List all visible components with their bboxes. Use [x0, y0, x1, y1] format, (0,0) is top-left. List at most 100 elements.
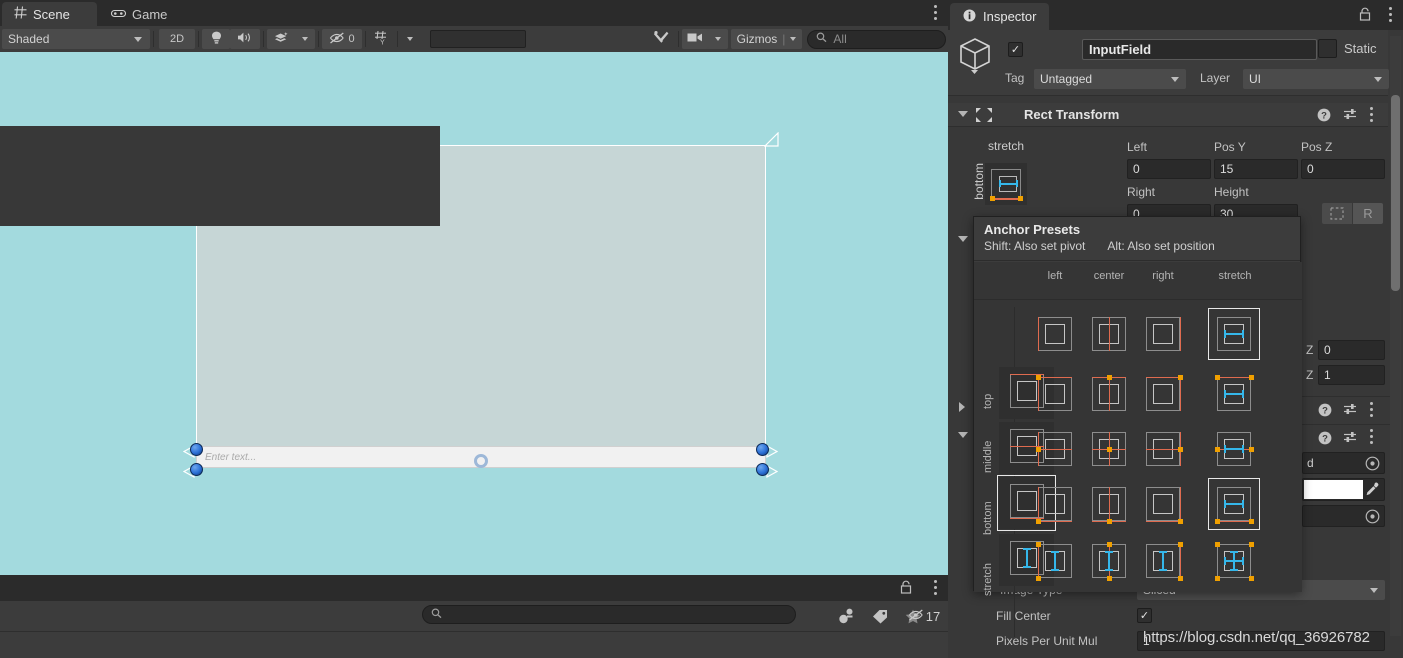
rect-transform-foldout-icon[interactable] — [958, 111, 968, 117]
z-field-2[interactable]: 1 — [1318, 365, 1385, 385]
object-field-1-text: d — [1307, 456, 1314, 470]
object-field-1[interactable]: d — [1302, 452, 1385, 474]
tag-filter-icon[interactable] — [863, 601, 896, 631]
preset-middle-right[interactable] — [1139, 425, 1187, 473]
gizmos-search-input[interactable]: All — [807, 29, 947, 49]
component-foldout-icon-3[interactable] — [958, 432, 968, 438]
gizmos-button[interactable]: Gizmos | — [730, 29, 803, 49]
component-menu-icon-1[interactable] — [1370, 402, 1374, 418]
preset-icon[interactable] — [1341, 106, 1359, 124]
scene-toolbar-field[interactable] — [430, 30, 526, 48]
preset-icon[interactable] — [1341, 429, 1359, 447]
row-header-middle: middle — [982, 440, 994, 474]
color-swatch[interactable] — [1304, 480, 1363, 499]
preset-middle-left[interactable] — [1031, 425, 1079, 473]
color-field[interactable] — [1302, 478, 1385, 501]
draw-mode-dropdown[interactable]: Shaded — [2, 29, 150, 49]
object-picker-icon[interactable] — [1365, 456, 1380, 474]
camera-dropdown-button[interactable] — [707, 29, 728, 49]
object-picker-icon[interactable] — [1365, 509, 1380, 527]
rect-transform-menu-icon[interactable] — [1370, 107, 1374, 123]
inspector-scrollbar-thumb[interactable] — [1391, 95, 1400, 291]
help-icon[interactable]: ? — [1316, 429, 1334, 447]
info-icon — [963, 9, 976, 25]
help-icon[interactable]: ? — [1315, 106, 1333, 124]
object-field-2[interactable] — [1302, 505, 1385, 527]
preset-header-stretch[interactable] — [1208, 308, 1260, 360]
component-menu-icon-2[interactable] — [1370, 429, 1374, 445]
tag-dropdown[interactable]: Untagged — [1034, 69, 1186, 89]
component-foldout-icon-1[interactable] — [958, 236, 968, 242]
camera-icon — [687, 32, 703, 46]
field-left[interactable]: 0 — [1127, 159, 1211, 179]
field-pos-y[interactable]: 15 — [1214, 159, 1298, 179]
anchor-preset-widget-button[interactable] — [985, 163, 1027, 205]
help-icon[interactable]: ? — [1316, 401, 1334, 419]
static-checkbox[interactable] — [1318, 39, 1337, 58]
field-pos-z-value: 0 — [1307, 162, 1314, 176]
preset-stretch-left[interactable] — [1031, 537, 1079, 585]
tools-button[interactable] — [647, 29, 675, 49]
raw-edit-button[interactable]: R — [1353, 203, 1383, 224]
lock-icon[interactable] — [900, 580, 912, 597]
grid-dropdown-button[interactable] — [400, 29, 420, 49]
tab-game[interactable]: Game — [99, 2, 187, 26]
hierarchy-search-input[interactable] — [422, 605, 796, 624]
component-foldout-icon-2[interactable] — [959, 402, 965, 412]
svg-text:?: ? — [1321, 111, 1327, 122]
tab-inspector[interactable]: Inspector — [950, 3, 1050, 30]
resize-handle-tl[interactable] — [190, 443, 203, 456]
grid-snap-button[interactable]: Y — [369, 29, 395, 49]
preset-bottom-center[interactable] — [1085, 480, 1133, 528]
fill-center-checkbox[interactable]: ✓ — [1137, 608, 1152, 623]
anchor-presets-popup[interactable]: Anchor Presets Shift: Also set pivot Alt… — [973, 216, 1302, 637]
preset-stretch-right[interactable] — [1139, 537, 1187, 585]
row-header-stretch: stretch — [982, 562, 994, 596]
resize-handle-tr[interactable] — [756, 443, 769, 456]
z-field-1[interactable]: 0 — [1318, 340, 1385, 360]
preset-bottom-left[interactable] — [1031, 480, 1079, 528]
preset-middle-stretch[interactable] — [1210, 425, 1258, 473]
preset-icon[interactable] — [1341, 401, 1359, 419]
preset-top-stretch[interactable] — [1210, 370, 1258, 418]
pivot-handle[interactable] — [474, 454, 488, 468]
hidden-objects-button[interactable]: 0 — [322, 29, 362, 49]
preset-header-left[interactable] — [1031, 310, 1079, 358]
canvas-corner-handle-tr[interactable] — [764, 132, 779, 147]
preset-middle-center[interactable] — [1085, 425, 1133, 473]
audio-toggle-button[interactable] — [230, 29, 260, 49]
fx-dropdown-button[interactable] — [295, 29, 315, 49]
preset-top-left[interactable] — [1031, 370, 1079, 418]
preset-stretch-stretch[interactable] — [1210, 537, 1258, 585]
preset-bottom-stretch[interactable] — [1208, 478, 1260, 530]
field-pos-z[interactable]: 0 — [1301, 159, 1385, 179]
toggle-2d-button[interactable]: 2D — [159, 29, 195, 49]
eyedropper-icon[interactable] — [1365, 482, 1380, 500]
tab-scene[interactable]: Scene — [2, 2, 97, 26]
preset-top-center[interactable] — [1085, 370, 1133, 418]
gameobject-name-value: InputField — [1089, 42, 1152, 57]
static-label: Static — [1344, 41, 1377, 56]
anchor-presets-title: Anchor Presets — [984, 222, 1081, 237]
gameobject-enabled-checkbox[interactable]: ✓ — [1008, 42, 1023, 57]
lock-icon[interactable] — [1359, 7, 1371, 24]
preset-stretch-center[interactable] — [1085, 537, 1133, 585]
gameobject-name-input[interactable]: InputField — [1082, 39, 1317, 60]
resize-handle-bl[interactable] — [190, 463, 203, 476]
visibility-count-button[interactable]: 17 — [901, 601, 947, 631]
preset-top-right[interactable] — [1139, 370, 1187, 418]
gameobject-filter-icon[interactable] — [830, 601, 863, 631]
hierarchy-menu-icon[interactable] — [934, 580, 938, 596]
fx-toggle-button[interactable] — [267, 29, 295, 49]
hierarchy-body — [0, 631, 948, 658]
preset-bottom-right[interactable] — [1139, 480, 1187, 528]
resize-handle-br[interactable] — [756, 463, 769, 476]
lighting-toggle-button[interactable] — [202, 29, 230, 49]
preset-header-center[interactable] — [1085, 310, 1133, 358]
blueprint-mode-button[interactable] — [1322, 203, 1352, 224]
camera-button[interactable] — [681, 29, 708, 49]
scene-menu-icon[interactable] — [934, 5, 938, 21]
inspector-menu-icon[interactable] — [1389, 7, 1393, 23]
preset-header-right[interactable] — [1139, 310, 1187, 358]
layer-dropdown[interactable]: UI — [1243, 69, 1389, 89]
